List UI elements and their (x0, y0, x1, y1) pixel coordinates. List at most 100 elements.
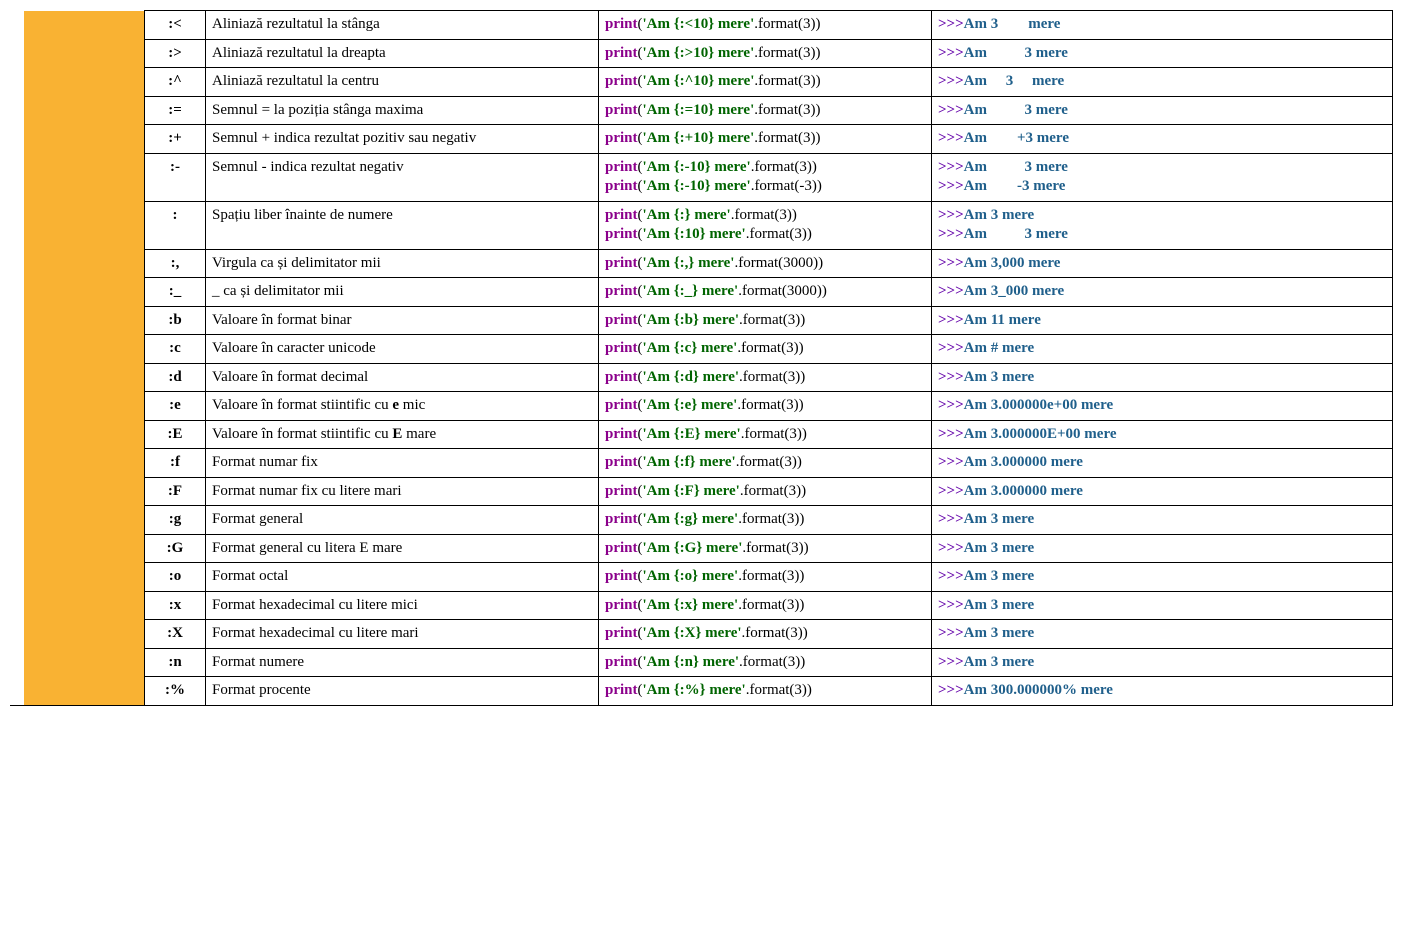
format-description: Format hexadecimal cu litere mici (206, 591, 599, 620)
format-description: Format general (206, 506, 599, 535)
format-specifier: :g (145, 506, 206, 535)
format-specifier: : (145, 201, 206, 249)
example-code: print('Am {:e} mere'.format(3)) (599, 392, 932, 421)
example-code: print('Am {:F} mere'.format(3)) (599, 477, 932, 506)
example-output: >>>Am 3 mere (932, 534, 1393, 563)
table-row: :gFormat generalprint('Am {:g} mere'.for… (10, 506, 1393, 535)
format-description: Valoare în format binar (206, 306, 599, 335)
example-code: print('Am {:X} mere'.format(3)) (599, 620, 932, 649)
left-margin-cell (10, 11, 24, 706)
format-description: Aliniază rezultatul la centru (206, 68, 599, 97)
example-code: print('Am {:c} mere'.format(3)) (599, 335, 932, 364)
format-description: Format octal (206, 563, 599, 592)
table-row: :nFormat numereprint('Am {:n} mere'.form… (10, 648, 1393, 677)
example-output: >>>Am 3.000000e+00 mere (932, 392, 1393, 421)
table-row: :-Semnul - indica rezultat negativprint(… (10, 153, 1393, 201)
example-output: >>>Am 3 mere (932, 363, 1393, 392)
table-row: :^Aliniază rezultatul la centruprint('Am… (10, 68, 1393, 97)
format-specifier: :b (145, 306, 206, 335)
format-description: Valoare în format decimal (206, 363, 599, 392)
example-output: >>>Am 3.000000 mere (932, 477, 1393, 506)
table-row: :>Aliniază rezultatul la dreaptaprint('A… (10, 39, 1393, 68)
format-specifier: :+ (145, 125, 206, 154)
example-code: print('Am {:b} mere'.format(3)) (599, 306, 932, 335)
example-code: print('Am {:g} mere'.format(3)) (599, 506, 932, 535)
example-output: >>>Am 3 mere>>>Am 3 mere (932, 201, 1393, 249)
format-specifier: :n (145, 648, 206, 677)
table-row: :GFormat general cu litera E mareprint('… (10, 534, 1393, 563)
example-output: >>>Am 3.000000E+00 mere (932, 420, 1393, 449)
format-specifier: :_ (145, 278, 206, 307)
table-row: :%Format procenteprint('Am {:%} mere'.fo… (10, 677, 1393, 706)
example-output: >>>Am 3 mere (932, 39, 1393, 68)
example-output: >>>Am 3 mere (932, 648, 1393, 677)
example-code: print('Am {:%} mere'.format(3)) (599, 677, 932, 706)
format-description: Format general cu litera E mare (206, 534, 599, 563)
format-description: Valoare în format stiintific cu e mic (206, 392, 599, 421)
format-description: Valoare în caracter unicode (206, 335, 599, 364)
table-row: :__ ca și delimitator miiprint('Am {:_} … (10, 278, 1393, 307)
format-description: Spațiu liber înainte de numere (206, 201, 599, 249)
example-output: >>>Am 3 mere>>>Am -3 mere (932, 153, 1393, 201)
example-code: print('Am {:o} mere'.format(3)) (599, 563, 932, 592)
table-row: :XFormat hexadecimal cu litere mariprint… (10, 620, 1393, 649)
format-description: Semnul = la poziția stânga maxima (206, 96, 599, 125)
example-code: print('Am {:^10} mere'.format(3)) (599, 68, 932, 97)
format-specifier: := (145, 96, 206, 125)
example-code: print('Am {:x} mere'.format(3)) (599, 591, 932, 620)
example-output: >>>Am +3 mere (932, 125, 1393, 154)
table-row: :EValoare în format stiintific cu E mare… (10, 420, 1393, 449)
example-code: print('Am {:n} mere'.format(3)) (599, 648, 932, 677)
example-code: print('Am {:E} mere'.format(3)) (599, 420, 932, 449)
example-output: >>>Am 3 mere (932, 11, 1393, 40)
example-output: >>>Am # mere (932, 335, 1393, 364)
format-specifier: :e (145, 392, 206, 421)
format-description: Aliniază rezultatul la dreapta (206, 39, 599, 68)
format-specifier: :f (145, 449, 206, 478)
example-output: >>>Am 11 mere (932, 306, 1393, 335)
format-specifier: :F (145, 477, 206, 506)
format-specifier: :X (145, 620, 206, 649)
example-output: >>>Am 300.000000% mere (932, 677, 1393, 706)
format-description: Format procente (206, 677, 599, 706)
table-row: :xFormat hexadecimal cu litere miciprint… (10, 591, 1393, 620)
example-code: print('Am {:<10} mere'.format(3)) (599, 11, 932, 40)
format-description: Semnul - indica rezultat negativ (206, 153, 599, 201)
example-code: print('Am {:+10} mere'.format(3)) (599, 125, 932, 154)
example-code: print('Am {:} mere'.format(3))print('Am … (599, 201, 932, 249)
format-specifier: :< (145, 11, 206, 40)
format-description: Virgula ca și delimitator mii (206, 249, 599, 278)
example-code: print('Am {:=10} mere'.format(3)) (599, 96, 932, 125)
format-specifier: :c (145, 335, 206, 364)
format-description: Format numar fix (206, 449, 599, 478)
table-row: :eValoare în format stiintific cu e micp… (10, 392, 1393, 421)
format-description: Format numere (206, 648, 599, 677)
table-row: :,Virgula ca și delimitator miiprint('Am… (10, 249, 1393, 278)
example-output: >>>Am 3.000000 mere (932, 449, 1393, 478)
example-code: print('Am {:>10} mere'.format(3)) (599, 39, 932, 68)
format-description: Valoare în format stiintific cu E mare (206, 420, 599, 449)
table-row: :<Aliniază rezultatul la stângaprint('Am… (10, 11, 1393, 40)
format-spec-table: :<Aliniază rezultatul la stângaprint('Am… (10, 10, 1393, 706)
format-specifier: :^ (145, 68, 206, 97)
format-description: Format hexadecimal cu litere mari (206, 620, 599, 649)
category-stripe (24, 11, 145, 706)
format-description: Aliniază rezultatul la stânga (206, 11, 599, 40)
format-description: Format numar fix cu litere mari (206, 477, 599, 506)
format-specifier: :- (145, 153, 206, 201)
format-specifier: :o (145, 563, 206, 592)
format-description: Semnul + indica rezultat pozitiv sau neg… (206, 125, 599, 154)
example-output: >>>Am 3 mere (932, 563, 1393, 592)
format-specifier: :E (145, 420, 206, 449)
format-specifier: :, (145, 249, 206, 278)
format-specifier: :G (145, 534, 206, 563)
format-specifier: :> (145, 39, 206, 68)
example-code: print('Am {:,} mere'.format(3000)) (599, 249, 932, 278)
example-output: >>>Am 3 mere (932, 68, 1393, 97)
table-row: :bValoare în format binarprint('Am {:b} … (10, 306, 1393, 335)
example-code: print('Am {:-10} mere'.format(3))print('… (599, 153, 932, 201)
table-row: :=Semnul = la poziția stânga maximaprint… (10, 96, 1393, 125)
example-code: print('Am {:d} mere'.format(3)) (599, 363, 932, 392)
example-output: >>>Am 3_000 mere (932, 278, 1393, 307)
table-row: :fFormat numar fixprint('Am {:f} mere'.f… (10, 449, 1393, 478)
